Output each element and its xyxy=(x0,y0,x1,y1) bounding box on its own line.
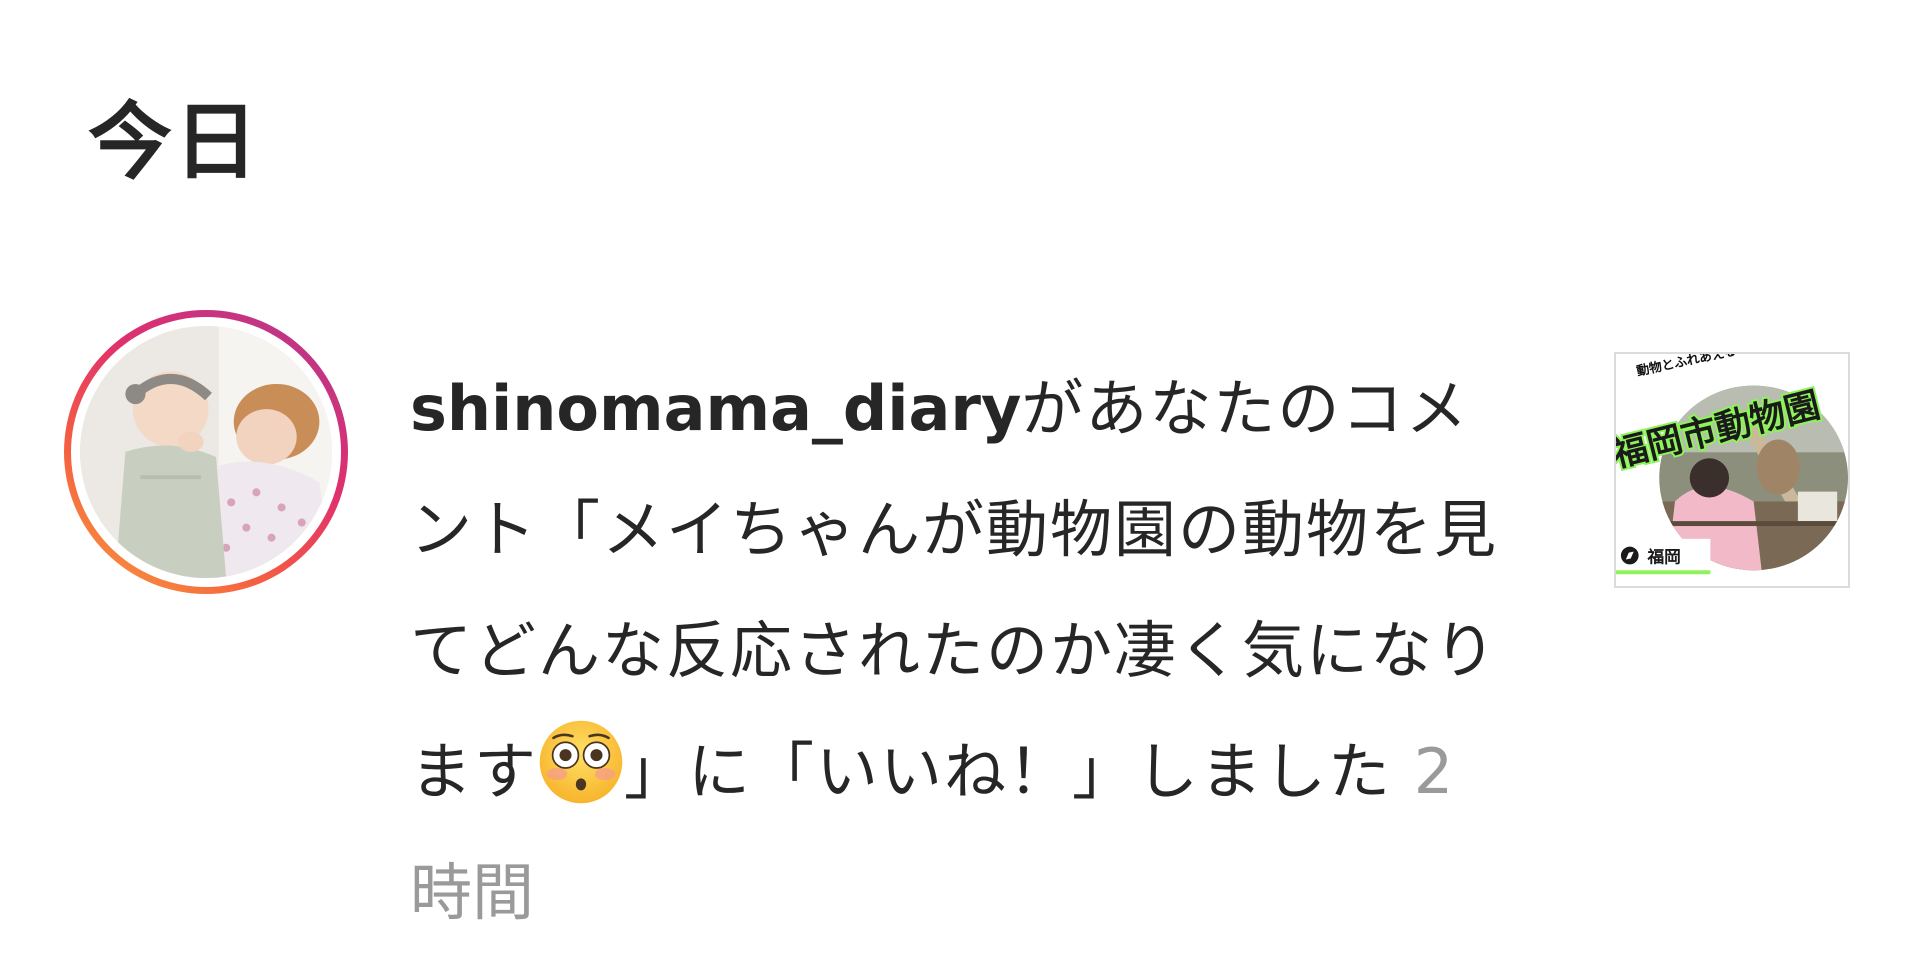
message-text-end: 」に「いいね！」しました xyxy=(624,735,1414,808)
story-avatar[interactable] xyxy=(64,310,348,594)
notification-row[interactable]: shinomama_diaryがあなたのコメント「メイちゃんが動物園の動物を見て… xyxy=(0,300,1920,929)
post-thumbnail[interactable]: 動物とふれあえる 福岡市動物園 福岡 xyxy=(1614,352,1850,588)
flushed-face-emoji-icon xyxy=(538,719,624,805)
notification-message: shinomama_diaryがあなたのコメント「メイちゃんが動物園の動物を見て… xyxy=(410,348,1500,953)
compass-icon xyxy=(1620,546,1639,565)
username-link[interactable]: shinomama_diary xyxy=(410,372,1021,445)
section-heading: 今日 xyxy=(88,93,261,191)
post-location: 福岡 xyxy=(1646,546,1680,566)
avatar-image xyxy=(80,326,332,578)
